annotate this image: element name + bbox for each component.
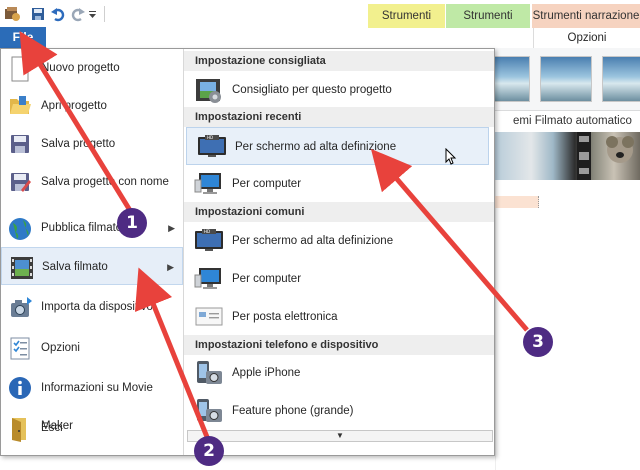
recommended-settings-icon [194, 76, 222, 103]
option-consigliato[interactable]: Consigliato per questo progetto [184, 71, 490, 109]
salva-filmato-submenu: Impostazione consigliata Consigliato per… [184, 49, 494, 455]
tab-strumenti-narrazione[interactable]: Strumenti narrazione [532, 4, 640, 28]
section-header: Impostazioni telefono e dispositivo [184, 335, 494, 355]
computer-monitor-icon [194, 265, 222, 291]
svg-text:HD: HD [207, 135, 213, 140]
phone-camera-icon [194, 397, 222, 423]
option-label: Per posta elettronica [232, 311, 338, 323]
video-storyboard-strip[interactable] [495, 132, 640, 180]
menu-item-nuovo-progetto[interactable]: Nuovo progetto [1, 49, 183, 87]
theme-thumbnail[interactable] [602, 56, 640, 102]
narration-track[interactable] [495, 196, 539, 208]
exit-icon [8, 416, 32, 442]
auto-movie-themes-label: emi Filmato automatico [513, 115, 632, 127]
app-menu-icon[interactable] [4, 6, 20, 22]
option-recent-computer[interactable]: Per computer [184, 165, 490, 203]
option-recent-hd-screen[interactable]: HD Per schermo ad alta definizione [186, 127, 489, 165]
hd-screen-icon: HD [197, 133, 226, 159]
section-header: Impostazioni recenti [184, 107, 494, 127]
section-header: Impostazioni comuni [184, 202, 494, 222]
menu-item-pubblica-filmato[interactable]: Pubblica filmato ▶ [1, 209, 183, 247]
option-apple-iphone[interactable]: Apple iPhone [184, 354, 490, 392]
toolbar-separator [104, 6, 105, 22]
storyboard-area [495, 180, 640, 470]
computer-monitor-icon [194, 170, 222, 196]
info-icon [8, 376, 32, 400]
menu-item-opzioni[interactable]: Opzioni [1, 329, 183, 367]
mouse-cursor-icon [445, 147, 457, 169]
open-folder-icon [8, 94, 32, 118]
option-label: Per schermo ad alta definizione [232, 235, 394, 247]
option-label: Per schermo ad alta definizione [235, 141, 397, 153]
menu-item-salva-progetto-con-nome[interactable]: Salva progetto con nome [1, 163, 183, 201]
scroll-down-button[interactable]: ▼ [187, 430, 493, 442]
undo-icon[interactable] [50, 6, 66, 22]
menu-item-label: Opzioni [41, 342, 80, 354]
section-header: Impostazione consigliata [184, 51, 494, 71]
step-badge-3: 3 [523, 327, 553, 357]
menu-item-apri-progetto[interactable]: Apri progetto [1, 87, 183, 125]
menu-item-label: Pubblica filmato [41, 222, 123, 234]
option-label: Feature phone (grande) [232, 405, 354, 417]
new-document-icon [8, 56, 32, 82]
checklist-icon [8, 336, 32, 360]
menu-item-salva-progetto[interactable]: Salva progetto [1, 125, 183, 163]
film-save-icon [9, 255, 33, 279]
menu-item-esci[interactable]: Esci [1, 409, 183, 447]
option-common-email[interactable]: Per posta elettronica [184, 298, 490, 336]
save-icon[interactable] [30, 6, 46, 22]
submenu-arrow-icon: ▶ [168, 223, 175, 233]
submenu-arrow-icon: ▶ [167, 262, 174, 272]
menu-item-label: Salva progetto con nome [41, 176, 169, 188]
phone-camera-icon [194, 359, 222, 385]
menu-item-label: Esci [41, 422, 63, 434]
email-icon [194, 303, 223, 329]
tab-strumenti-video[interactable]: Strumenti video [368, 4, 445, 46]
globe-publish-icon [8, 216, 32, 240]
option-label: Apple iPhone [232, 367, 301, 379]
menu-item-importa-da-dispositivo[interactable]: Importa da dispositivo [1, 288, 183, 326]
menu-item-salva-filmato[interactable]: Salva filmato ▶ [1, 247, 183, 285]
option-label: Per computer [232, 178, 302, 190]
menu-item-label: Importa da dispositivo [41, 301, 153, 313]
save-as-icon [8, 170, 32, 194]
menu-item-label: Salva filmato [42, 261, 108, 273]
step-badge-1: 1 [117, 208, 147, 238]
file-menu-commands: Nuovo progetto Apri progetto Salva proge… [1, 49, 183, 455]
camera-import-icon [8, 295, 32, 319]
option-label: Per computer [232, 273, 302, 285]
redo-icon[interactable] [70, 6, 86, 22]
option-label: Consigliato per questo progetto [232, 84, 392, 96]
option-common-computer[interactable]: Per computer [184, 260, 490, 298]
tab-opzioni[interactable]: Opzioni [533, 28, 640, 48]
tab-strumenti-musica[interactable]: Strumenti musica [446, 4, 530, 46]
file-menu: Nuovo progetto Apri progetto Salva proge… [0, 48, 495, 456]
customize-toolbar-icon[interactable] [88, 6, 98, 22]
menu-item-label: Nuovo progetto [41, 62, 120, 74]
option-common-hd-screen[interactable]: HD Per schermo ad alta definizione [184, 222, 490, 260]
step-badge-2: 2 [194, 436, 224, 466]
menu-item-informazioni[interactable]: Informazioni su Movie Maker [1, 369, 183, 432]
file-tab[interactable]: File [0, 27, 46, 48]
menu-item-label: Salva progetto [41, 138, 116, 150]
theme-thumbnail[interactable] [540, 56, 592, 102]
option-feature-phone[interactable]: Feature phone (grande) [184, 392, 490, 430]
menu-item-label: Apri progetto [41, 100, 107, 112]
hd-screen-icon: HD [194, 227, 223, 253]
svg-text:HD: HD [204, 229, 210, 234]
save-disk-icon [8, 132, 32, 156]
